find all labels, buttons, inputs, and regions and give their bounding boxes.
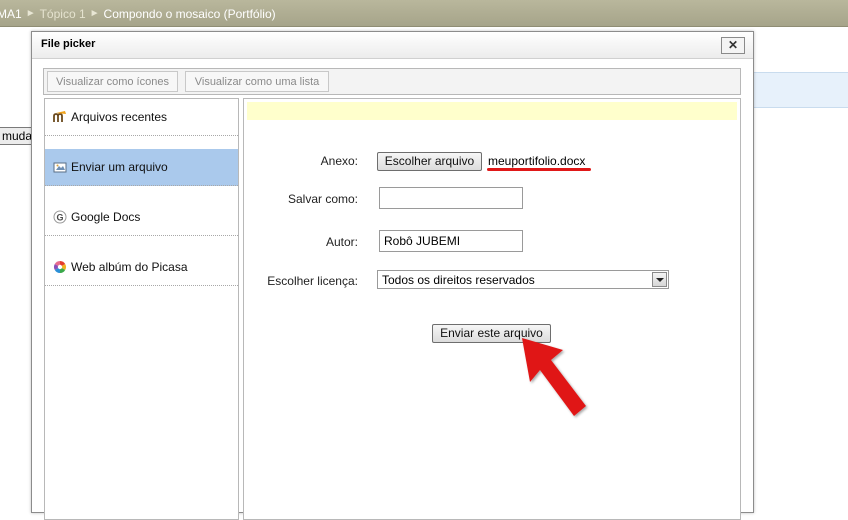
annotation-underline xyxy=(487,168,591,171)
view-as-icons-button[interactable]: Visualizar como ícones xyxy=(47,71,178,92)
dialog-header: File picker ✕ xyxy=(32,32,753,59)
close-icon[interactable]: ✕ xyxy=(721,37,745,54)
save-as-input[interactable] xyxy=(379,187,523,209)
background-info-strip xyxy=(752,72,848,108)
sidebar-item-picasa[interactable]: Web albúm do Picasa xyxy=(45,249,238,286)
sidebar-item-label: Enviar um arquivo xyxy=(71,160,168,174)
google-icon: G xyxy=(53,210,67,224)
license-select-value: Todos os direitos reservados xyxy=(382,273,535,287)
author-input[interactable] xyxy=(379,230,523,252)
upload-panel: Anexo: Escolher arquivo meuportifolio.do… xyxy=(243,98,741,520)
choose-file-button[interactable]: Escolher arquivo xyxy=(377,152,482,171)
author-label: Autor: xyxy=(325,235,358,249)
breadcrumb-item-current: Compondo o mosaico (Portfólio) xyxy=(103,6,276,21)
repository-sidebar: Arquivos recentes Enviar um arquivo G Go… xyxy=(44,98,239,520)
breadcrumb-item-course[interactable]: MA1 xyxy=(0,7,22,21)
breadcrumb-item-topic[interactable]: Tópico 1 xyxy=(40,7,86,21)
chosen-file-name: meuportifolio.docx xyxy=(488,154,586,168)
notice-bar xyxy=(247,102,737,120)
chevron-down-icon[interactable] xyxy=(652,272,667,287)
svg-text:G: G xyxy=(56,213,63,223)
moodle-icon xyxy=(53,111,66,122)
license-select[interactable]: Todos os direitos reservados xyxy=(377,270,669,289)
picasa-icon xyxy=(53,261,67,273)
breadcrumb-separator-icon: ► xyxy=(89,7,100,19)
sidebar-item-label: Web albúm do Picasa xyxy=(71,260,188,274)
sidebar-item-upload-file[interactable]: Enviar um arquivo xyxy=(45,149,238,186)
attachment-label: Anexo: xyxy=(320,154,358,168)
breadcrumb-separator-icon: ► xyxy=(25,7,36,19)
upload-icon xyxy=(53,162,67,173)
view-toolbar: Visualizar como ícones Visualizar como u… xyxy=(43,68,741,95)
save-as-label: Salvar como: xyxy=(287,192,358,206)
dialog-title: File picker xyxy=(41,38,96,50)
breadcrumb: MA1 ► Tópico 1 ► Compondo o mosaico (Portfól… xyxy=(0,0,848,27)
annotation-arrow-icon xyxy=(522,338,586,416)
sidebar-item-label: Google Docs xyxy=(71,210,141,224)
sidebar-item-label: Arquivos recentes xyxy=(71,110,168,124)
file-picker-dialog: File picker ✕ Visualizar como ícones Vis… xyxy=(31,31,754,520)
sidebar-item-recent-files[interactable]: Arquivos recentes xyxy=(45,99,238,136)
view-as-list-button[interactable]: Visualizar como uma lista xyxy=(185,71,329,92)
license-label: Escolher licença: xyxy=(267,274,358,288)
sidebar-item-google-docs[interactable]: G Google Docs xyxy=(45,199,238,236)
